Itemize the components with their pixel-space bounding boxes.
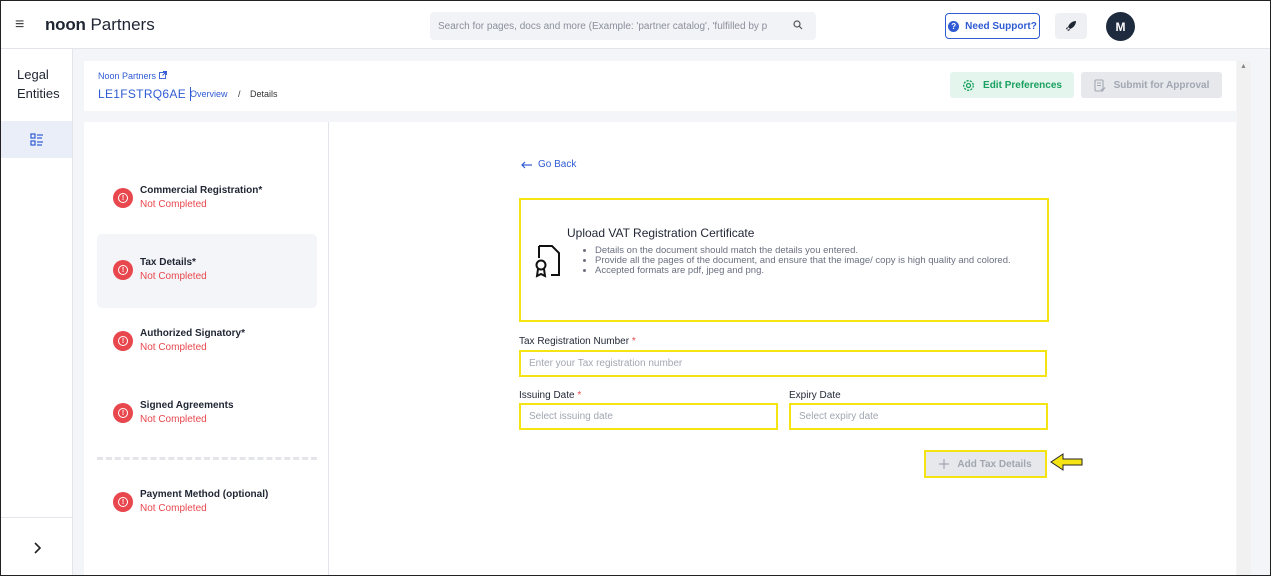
search-icon[interactable]	[788, 19, 808, 33]
step-payment-method[interactable]: ! Payment Method (optional) Not Complete…	[97, 466, 317, 540]
tax-registration-number-input[interactable]: Enter your Tax registration number	[519, 350, 1047, 377]
brand-logo[interactable]: noon Partners	[45, 15, 155, 35]
avatar[interactable]: M	[1106, 12, 1135, 41]
plus-icon	[939, 459, 950, 469]
error-icon: !	[113, 188, 133, 208]
rocket-button[interactable]	[1055, 13, 1087, 39]
rocket-icon	[1066, 21, 1076, 31]
breadcrumb-current: Details	[250, 89, 278, 99]
certificate-icon	[535, 245, 560, 278]
status-badge: Not Completed	[140, 503, 207, 514]
status-badge: Not Completed	[140, 199, 207, 210]
status-badge: Not Completed	[140, 271, 207, 282]
step-authorized-signatory[interactable]: ! Authorized Signatory* Not Completed	[97, 305, 317, 379]
breadcrumb-separator: /	[238, 89, 241, 99]
need-support-button[interactable]: ? Need Support?	[945, 13, 1040, 39]
error-icon: !	[113, 260, 133, 280]
scroll-up-icon[interactable]: ▲	[1240, 63, 1247, 70]
status-badge: Not Completed	[140, 342, 207, 353]
chevron-right-icon	[33, 541, 41, 554]
document-check-icon	[1094, 78, 1106, 92]
search-input[interactable]: Search for pages, docs and more (Example…	[430, 12, 816, 40]
page-header: Noon Partners LE1FSTRQ6AE Overview / Det…	[84, 61, 1236, 111]
steps-divider	[97, 457, 317, 460]
entity-id: LE1FSTRQ6AE	[98, 87, 191, 101]
top-bar: ≡ noon Partners Search for pages, docs a…	[1, 1, 1270, 49]
go-back-link[interactable]: Go Back	[521, 159, 576, 170]
page-scrollbar[interactable]: ▲	[1237, 61, 1251, 575]
edit-preferences-button[interactable]: Edit Preferences	[950, 72, 1074, 98]
expiry-date-input[interactable]: Select expiry date	[789, 403, 1048, 430]
error-icon: !	[113, 331, 133, 351]
breadcrumb-overview[interactable]: Overview	[190, 89, 228, 99]
left-sidebar: Legal Entities	[1, 49, 73, 575]
error-icon: !	[113, 403, 133, 423]
pointer-arrow-icon	[1050, 453, 1083, 471]
expiry-date-label: Expiry Date	[789, 390, 841, 401]
upload-title: Upload VAT Registration Certificate	[567, 226, 755, 240]
issuing-date-label: Issuing Date *	[519, 390, 582, 401]
arrow-left-icon	[521, 161, 532, 168]
list-details-icon	[29, 132, 43, 146]
status-badge: Not Completed	[140, 414, 207, 425]
add-tax-details-button[interactable]: Add Tax Details	[924, 450, 1047, 478]
step-tax-details[interactable]: ! Tax Details* Not Completed	[97, 234, 317, 308]
help-icon: ?	[948, 20, 960, 32]
breadcrumb-root-link[interactable]: Noon Partners	[98, 71, 167, 81]
sidebar-item-details[interactable]	[1, 121, 72, 158]
step-commercial-registration[interactable]: ! Commercial Registration* Not Completed	[97, 162, 317, 236]
menu-icon[interactable]: ≡	[15, 16, 24, 34]
expand-sidebar-button[interactable]	[1, 517, 72, 575]
upload-dropzone[interactable]: Upload VAT Registration Certificate Deta…	[519, 198, 1049, 322]
sidebar-title: Legal Entities	[17, 67, 60, 101]
app-frame: ≡ noon Partners Search for pages, docs a…	[0, 0, 1271, 576]
error-icon: !	[113, 492, 133, 512]
issuing-date-input[interactable]: Select issuing date	[519, 403, 778, 430]
tax-registration-number-label: Tax Registration Number *	[519, 336, 636, 347]
upload-requirements: Details on the document should match the…	[579, 246, 1039, 276]
search-placeholder: Search for pages, docs and more (Example…	[438, 20, 768, 32]
content-panel: ! Commercial Registration* Not Completed…	[84, 122, 1236, 575]
external-link-icon	[158, 71, 167, 79]
submit-for-approval-button[interactable]: Submit for Approval	[1081, 72, 1222, 98]
steps-list: ! Commercial Registration* Not Completed…	[84, 122, 329, 575]
step-signed-agreements[interactable]: ! Signed Agreements Not Completed	[97, 377, 317, 451]
gear-icon	[963, 79, 974, 91]
